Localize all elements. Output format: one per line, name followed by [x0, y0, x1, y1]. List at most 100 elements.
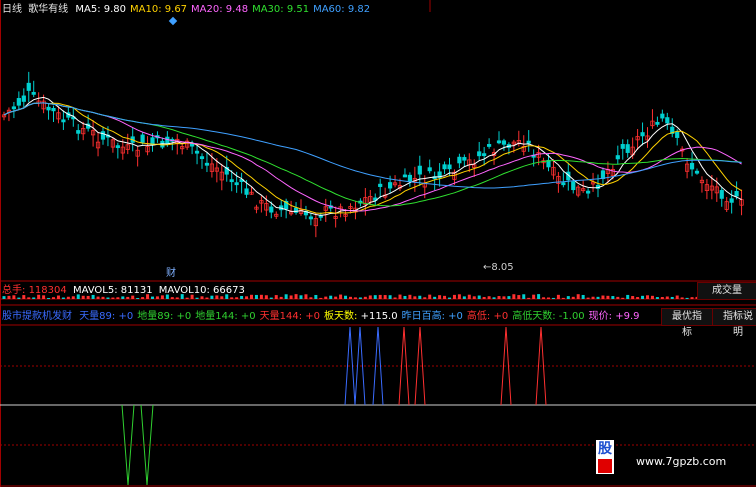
candle-body [378, 183, 383, 187]
volume-bar [32, 297, 36, 299]
volume-bar [423, 297, 427, 299]
volume-bar [136, 297, 140, 299]
candle-body [140, 134, 145, 143]
volume-bar [254, 294, 258, 299]
volume-bar [497, 296, 501, 299]
best-indicator-tab[interactable]: 最优指标 [661, 308, 713, 338]
candle-body [199, 156, 205, 160]
indicator-item-label: 昨日百高: [401, 311, 449, 322]
volume-bar [289, 295, 293, 299]
candle-body [11, 106, 16, 110]
volume-bar [680, 297, 684, 299]
price-chart[interactable] [0, 0, 756, 487]
volume-bar [329, 295, 333, 299]
volume-bar [309, 297, 313, 299]
candle-body [427, 167, 432, 172]
volume-bar [443, 295, 447, 299]
candle-body [115, 145, 120, 149]
volume-bar [586, 297, 590, 299]
volume-bar [690, 297, 694, 299]
volume-bar [250, 294, 253, 299]
indicator-help-tab[interactable]: 指标说明 [712, 308, 756, 338]
volume-bar [472, 296, 476, 299]
candle-body [734, 191, 739, 197]
volume-bar [47, 297, 51, 299]
volume-bar [235, 297, 239, 299]
volume-bar [403, 295, 407, 299]
indicator-item: 地量144: +0 [195, 311, 255, 322]
indicator-item-value: +0 [493, 311, 509, 322]
volume-bar [532, 294, 536, 299]
candle-body [694, 170, 700, 174]
volume-bar [512, 294, 516, 299]
indicator-item: 昨日百高: +0 [402, 311, 463, 322]
volume-bar [606, 295, 610, 299]
volume-bar [170, 297, 174, 299]
indicator-item: 天量89: +0 [79, 311, 133, 322]
volume-bar [230, 297, 234, 299]
candle-body [402, 174, 408, 178]
volume-bar [116, 297, 120, 299]
indicator-item: 地量89: +0 [137, 311, 191, 322]
candle-body [496, 140, 502, 144]
volume-bar [616, 296, 620, 299]
volume-bar [492, 297, 496, 299]
volume-bar [259, 294, 263, 299]
volume-bar [101, 296, 105, 299]
volume-bar [388, 295, 392, 299]
volume-bar [264, 295, 268, 299]
indicator-item-label: 天量144: [259, 311, 306, 322]
candle-body [26, 82, 31, 91]
volume-bar [398, 294, 402, 299]
volume-bar [477, 295, 481, 299]
volume-bar [319, 297, 323, 299]
volume-bar [106, 297, 110, 299]
total-volume-label: 总手: [2, 285, 29, 296]
volume-bar [245, 296, 249, 299]
volume-bar [626, 294, 630, 299]
finance-marker[interactable]: 财 [166, 268, 176, 280]
candle-body [46, 106, 51, 111]
candle-body [561, 182, 566, 186]
volume-bar [126, 296, 130, 299]
volume-bar [358, 297, 362, 299]
volume-bar [438, 295, 442, 299]
volume-bar [413, 296, 417, 299]
volume-bar [467, 294, 471, 299]
volume-bar [205, 297, 209, 299]
candle-body [729, 198, 734, 203]
volume-bar [418, 295, 422, 299]
volume-bar [428, 294, 432, 299]
volume-bar [27, 297, 31, 299]
candle-body [675, 131, 680, 138]
volume-bar [269, 297, 273, 299]
volume-bar [274, 295, 278, 299]
candle-body [387, 182, 393, 189]
volume-bar [195, 297, 199, 299]
volume-header: 总手: 118304 MAVOL5: 81131 MAVOL10: 66673 [2, 285, 245, 297]
indicator-item-value: +0 [240, 311, 256, 322]
volume-bar [52, 297, 55, 299]
indicator-item-value: +0 [118, 311, 134, 322]
indicator-item-label: 天量89: [79, 311, 119, 322]
candle-body [615, 155, 620, 160]
candle-body [665, 117, 670, 124]
volume-bar [344, 295, 348, 299]
volume-bar [141, 297, 145, 299]
volume-bar [655, 297, 659, 299]
volume-bar [61, 297, 65, 299]
candle-body [194, 150, 200, 154]
volume-bar [636, 297, 640, 299]
indicator-item: 天量144: +0 [260, 311, 320, 322]
mavol5-label: MAVOL5: [72, 285, 121, 296]
indicator-item: 板天数: +115.0 [324, 311, 398, 322]
candle-body [640, 132, 645, 137]
volume-bar [294, 294, 298, 299]
candle-body [600, 170, 606, 179]
volume-bar [631, 296, 635, 299]
candle-body [407, 174, 413, 183]
indicator-name: 股市提款机发财 [2, 311, 72, 322]
volume-indicator-tab[interactable]: 成交量 [697, 282, 756, 300]
volume-bar [502, 296, 506, 299]
indicator-header: 股市提款机发财 天量89: +0 地量89: +0 地量144: +0 天量144: … [2, 311, 640, 323]
